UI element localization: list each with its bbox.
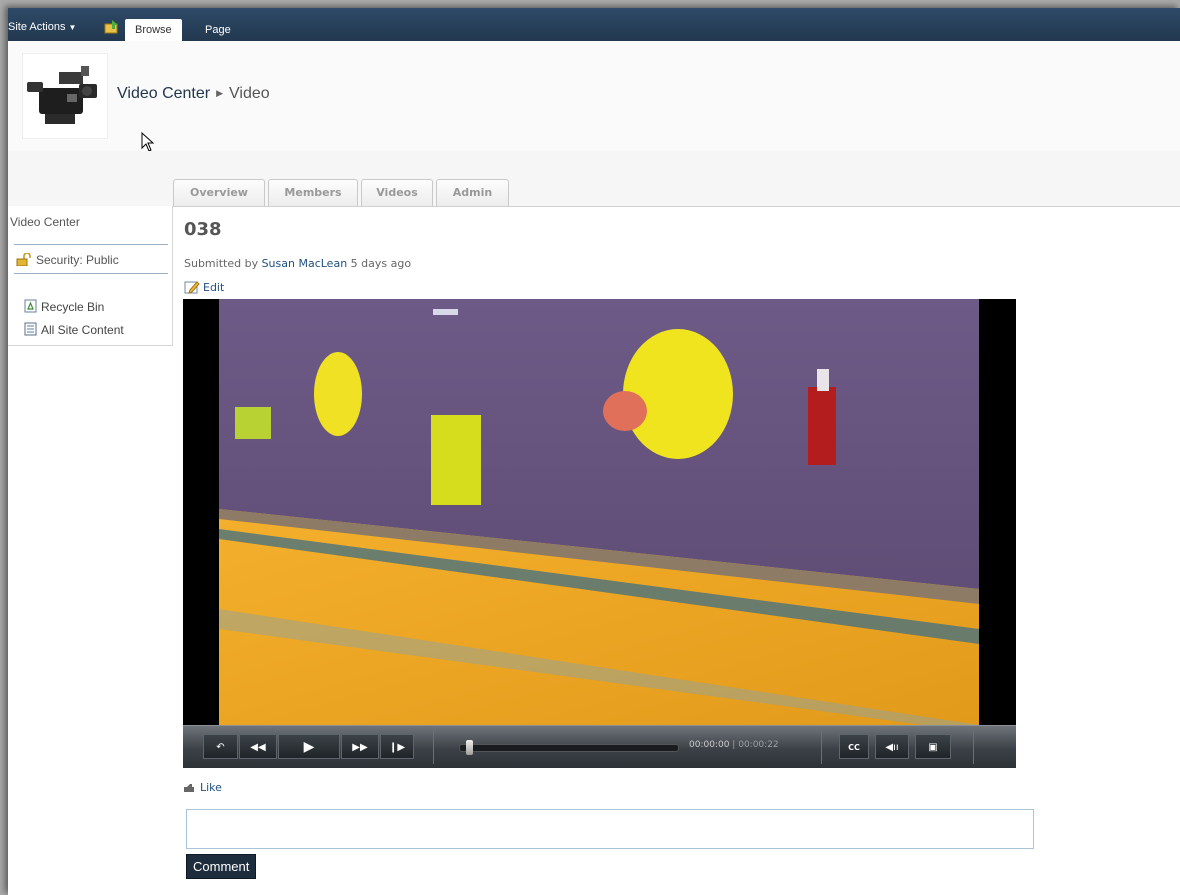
submitted-prefix: Submitted by <box>184 257 259 270</box>
divider <box>14 244 168 245</box>
divider <box>973 730 974 764</box>
edit-icon <box>184 281 200 294</box>
tab-videos[interactable]: Videos <box>361 179 433 206</box>
chevron-down-icon: ▼ <box>68 23 77 32</box>
divider <box>14 273 168 274</box>
edit-action[interactable]: Edit <box>184 280 224 294</box>
rewind-button[interactable]: ◀◀ <box>239 734 277 759</box>
video-title: 038 <box>184 219 222 240</box>
current-time: 00:00:00 <box>689 740 730 750</box>
thumbs-up-icon <box>184 784 194 792</box>
author-link[interactable]: Susan MacLean <box>262 257 348 270</box>
submitted-age: 5 days ago <box>350 257 412 270</box>
tab-members[interactable]: Members <box>268 179 358 206</box>
lock-icon <box>16 252 31 267</box>
like-action[interactable]: Like <box>184 781 222 794</box>
volume-button[interactable]: ◀ıı <box>875 734 909 759</box>
nav-title[interactable]: Video Center <box>10 215 80 229</box>
play-button[interactable]: ▶ <box>278 734 340 759</box>
seek-slider[interactable] <box>459 740 679 755</box>
time-display: 00:00:00 | 00:00:22 <box>689 740 779 750</box>
recycle-bin-link[interactable]: Recycle Bin <box>24 299 104 314</box>
breadcrumb-site-link[interactable]: Video Center <box>117 85 210 102</box>
fast-forward-button[interactable]: ▶▶ <box>341 734 379 759</box>
captions-button[interactable]: CC <box>839 734 869 759</box>
seek-handle[interactable] <box>466 740 473 755</box>
submitted-info: Submitted by Susan MacLean 5 days ago <box>184 257 411 270</box>
page-header: Video Center ▶ Video <box>8 41 1180 152</box>
navigate-up-icon[interactable] <box>104 20 120 34</box>
replay-button[interactable]: ↶ <box>203 734 238 759</box>
player-controls: ↶ ◀◀ ▶ ▶▶ ❙▶ 00:00:00 | 00:00:22 CC ◀ıı … <box>183 725 1016 768</box>
all-site-content-label: All Site Content <box>41 323 124 337</box>
breadcrumb: Video Center ▶ Video <box>117 85 270 103</box>
video-camera-logo <box>22 53 108 139</box>
security-label: Security: Public <box>36 253 119 267</box>
site-actions-menu[interactable]: Site Actions ▼ <box>8 21 76 33</box>
left-navigation: Video Center Security: Public Recycle Bi… <box>8 206 173 346</box>
tab-overview[interactable]: Overview <box>173 179 265 206</box>
duration: 00:00:22 <box>738 740 779 750</box>
like-link: Like <box>200 781 222 794</box>
divider <box>433 730 434 764</box>
all-site-content-link[interactable]: All Site Content <box>24 322 124 337</box>
video-frame <box>183 299 1016 725</box>
time-separator: | <box>732 740 736 750</box>
comment-input[interactable] <box>186 809 1034 849</box>
breadcrumb-current: Video <box>229 85 270 102</box>
ribbon: Site Actions ▼ Browse Page <box>8 8 1180 41</box>
video-player[interactable] <box>183 299 1016 725</box>
recycle-bin-label: Recycle Bin <box>41 300 105 314</box>
fullscreen-button[interactable]: ▣ <box>915 734 951 759</box>
tab-band: Overview Members Videos Admin <box>8 151 1180 207</box>
edit-link: Edit <box>203 281 225 294</box>
tab-browse[interactable]: Browse <box>125 19 182 41</box>
breadcrumb-arrow-icon: ▶ <box>216 88 224 98</box>
browser-frame: Site Actions ▼ Browse Page Video Center ▶ V… <box>8 8 1180 895</box>
security-status[interactable]: Security: Public <box>16 252 119 267</box>
tab-admin[interactable]: Admin <box>436 179 509 206</box>
next-frame-button[interactable]: ❙▶ <box>380 734 414 759</box>
recycle-bin-icon <box>24 299 37 313</box>
tab-page[interactable]: Page <box>195 19 241 41</box>
site-actions-label: Site Actions <box>8 21 66 33</box>
divider <box>821 730 822 764</box>
document-icon <box>24 322 37 336</box>
mouse-cursor-icon <box>141 132 155 152</box>
comment-button[interactable]: Comment <box>186 854 257 879</box>
